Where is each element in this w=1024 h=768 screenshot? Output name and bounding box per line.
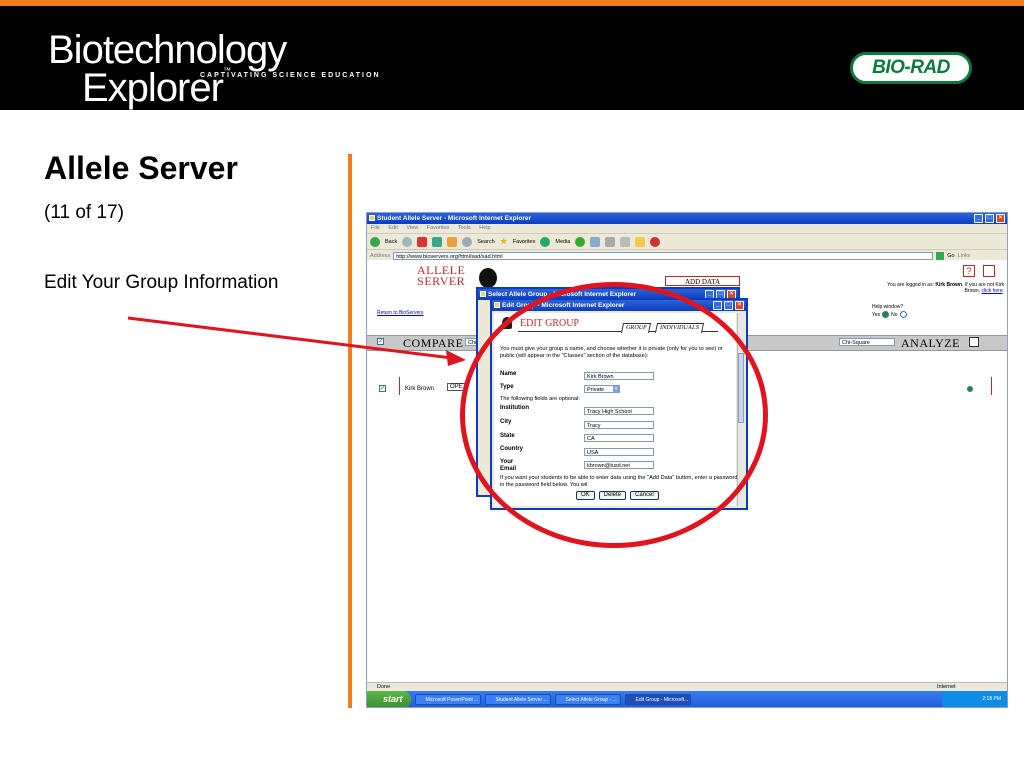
browser-toolbar: Back Search ★ Favorites Media — [367, 234, 1007, 250]
compare-label: COMPARE — [403, 336, 464, 350]
help-no-radio[interactable] — [899, 311, 907, 318]
links-label[interactable]: Links — [958, 253, 971, 259]
analyze-label: ANALYZE — [901, 336, 960, 350]
taskbar-item-edit-group[interactable]: Edit Group - Microsoft... — [624, 694, 691, 705]
minimize-button[interactable]: _ — [974, 214, 983, 223]
edit-group-minimize-button[interactable]: _ — [713, 301, 722, 310]
ie-icon — [480, 291, 486, 297]
bio-rad-logo-text: BIO-RAD — [872, 57, 950, 78]
notes-icon[interactable] — [983, 265, 995, 277]
taskbar-item-select-group[interactable]: Select Allele Group - ... — [554, 694, 621, 705]
search-button[interactable]: Search — [477, 239, 494, 245]
help-window-options: Yes No — [872, 311, 907, 318]
analyze-icon[interactable] — [969, 337, 979, 347]
menu-favorites[interactable]: Favorites — [427, 225, 450, 231]
help-window-label: Help window? — [872, 304, 904, 310]
taskbar-item-allele-server[interactable]: Student Allele Server ... — [484, 694, 551, 705]
row-divider-left — [399, 377, 400, 395]
divider-line — [348, 154, 352, 708]
bio-rad-logo: BIO-RAD — [850, 52, 972, 84]
help-yes-label: Yes — [872, 311, 881, 318]
stop-icon[interactable] — [417, 236, 428, 247]
search-icon[interactable] — [462, 236, 473, 247]
start-label: start — [383, 694, 403, 704]
return-to-bioservers-link[interactable]: Return to BioServers — [377, 310, 423, 316]
browser-title: Student Allele Server - Microsoft Intern… — [377, 215, 531, 222]
logo-tagline: CAPTIVATING SCIENCE EDUCATION — [200, 72, 381, 79]
menu-edit[interactable]: Edit — [388, 225, 397, 231]
menu-tools[interactable]: Tools — [458, 225, 471, 231]
clock: 2:18 PM — [982, 696, 1001, 702]
status-text: Done — [377, 684, 391, 690]
slide-subtitle: (11 of 17) — [44, 202, 124, 223]
slide-header: Biotechnology Explorer™ CAPTIVATING SCIE… — [0, 0, 1024, 110]
mascot-icon — [479, 268, 497, 288]
close-button[interactable]: × — [996, 214, 1005, 223]
ie-icon — [369, 215, 375, 221]
browser-title-bar: Student Allele Server - Microsoft Intern… — [367, 213, 1007, 224]
edit-group-close-button[interactable]: × — [735, 301, 744, 310]
group-row-radio[interactable] — [967, 386, 973, 392]
forward-arrow-icon[interactable] — [402, 236, 413, 247]
status-bar: Done Internet — [367, 682, 1007, 691]
logged-in-text: You are logged in as: — [887, 282, 934, 288]
click-here-link[interactable]: click here — [981, 288, 1002, 294]
start-button[interactable]: start — [367, 691, 411, 707]
address-input[interactable]: http://www.bioservers.org/html/sad/sad.h… — [393, 251, 934, 260]
favorites-star-icon[interactable]: ★ — [500, 236, 508, 247]
help-yes-radio[interactable] — [882, 311, 890, 318]
go-arrow-icon[interactable] — [936, 251, 945, 260]
slide-description: Edit Your Group Information — [44, 272, 279, 293]
slide-title: Allele Server — [44, 150, 238, 186]
group-row-name: Kirk Brown — [405, 386, 435, 392]
add-data-button[interactable]: ADD DATA — [665, 276, 740, 286]
menu-view[interactable]: View — [406, 225, 418, 231]
compare-checkbox[interactable]: ✓ — [377, 338, 384, 345]
ie-icon — [494, 302, 500, 308]
help-icon[interactable]: ? — [963, 265, 975, 277]
login-info: You are logged in as: Kirk Brown. If you… — [887, 282, 1004, 294]
back-arrow-icon[interactable] — [370, 236, 380, 247]
edit-icon[interactable] — [620, 236, 631, 247]
address-label: Address — [370, 252, 391, 259]
history-icon[interactable] — [575, 236, 586, 247]
media-button[interactable]: Media — [555, 239, 570, 245]
system-tray: 2:18 PM — [942, 691, 1007, 707]
media-icon[interactable] — [540, 236, 551, 247]
refresh-icon[interactable] — [432, 236, 443, 247]
logged-in-user: Kirk Brown — [935, 282, 963, 288]
group-row-checkbox[interactable]: ✓ — [379, 385, 386, 392]
mail-icon[interactable] — [590, 236, 601, 247]
folder-icon[interactable] — [635, 236, 646, 247]
print-icon[interactable] — [605, 236, 616, 247]
messenger-icon[interactable] — [650, 236, 661, 247]
row-divider-right — [991, 377, 992, 395]
taskbar: start Microsoft PowerPoint ... Student A… — [367, 691, 1007, 707]
allele-logo-line-2: SERVER — [417, 274, 466, 288]
help-no-label: No — [891, 311, 898, 318]
maximize-button[interactable]: □ — [985, 214, 994, 223]
home-icon[interactable] — [447, 236, 458, 247]
go-button[interactable]: Go — [947, 253, 954, 259]
analyze-select[interactable]: Chi-Square — [839, 338, 895, 346]
back-button[interactable]: Back — [385, 239, 397, 245]
edit-group-maximize-button[interactable]: □ — [724, 301, 733, 310]
menu-bar: File Edit View Favorites Tools Help — [367, 224, 1007, 234]
allele-server-logo: ALLELE SERVER — [417, 264, 466, 288]
menu-file[interactable]: File — [371, 225, 380, 231]
favorites-button[interactable]: Favorites — [513, 239, 536, 245]
taskbar-item-powerpoint[interactable]: Microsoft PowerPoint ... — [414, 694, 481, 705]
menu-help[interactable]: Help — [479, 225, 490, 231]
highlight-ellipse — [460, 282, 768, 548]
